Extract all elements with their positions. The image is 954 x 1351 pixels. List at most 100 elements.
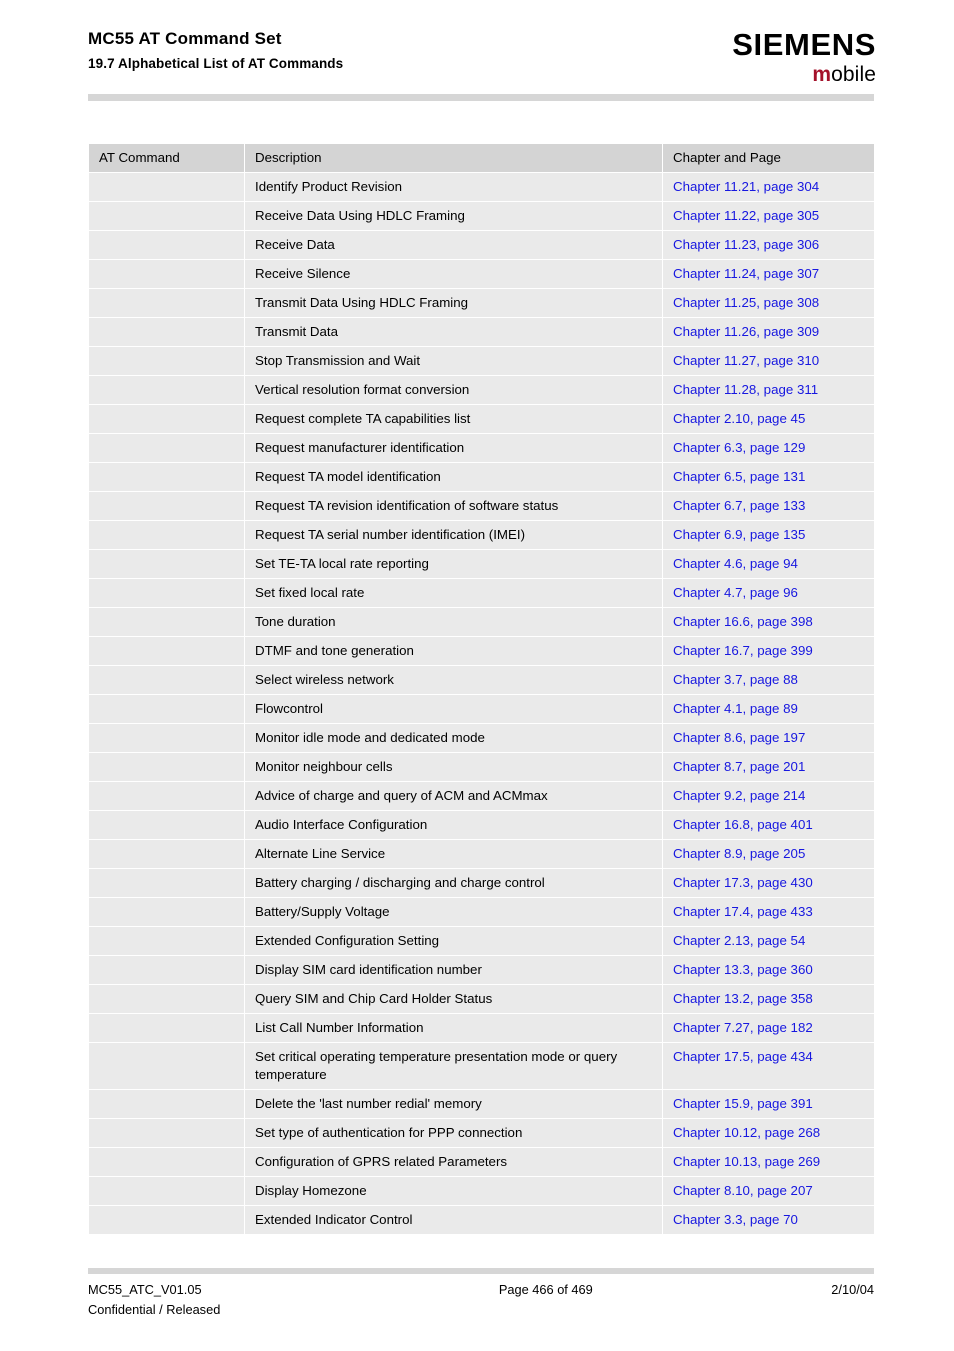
- chapter-page-link[interactable]: Chapter 11.21, page 304: [673, 179, 819, 194]
- cell-chapter-and-page: Chapter 3.3, page 70: [662, 1205, 875, 1235]
- table-row: Transmit Data Chapter 11.26, page 309: [88, 317, 875, 347]
- cell-description: Set TE-TA local rate reporting: [244, 549, 663, 579]
- cell-at-command: [88, 723, 245, 753]
- cell-at-command: [88, 984, 245, 1014]
- cell-at-command: [88, 868, 245, 898]
- chapter-page-link[interactable]: Chapter 13.2, page 358: [673, 991, 813, 1006]
- at-command-table: AT Command Description Chapter and Page …: [88, 143, 875, 1235]
- cell-at-command: [88, 1147, 245, 1177]
- cell-chapter-and-page: Chapter 17.3, page 430: [662, 868, 875, 898]
- chapter-page-link[interactable]: Chapter 13.3, page 360: [673, 962, 813, 977]
- table-row: Monitor neighbour cells Chapter 8.7, page…: [88, 752, 875, 782]
- chapter-page-link[interactable]: Chapter 2.10, page 45: [673, 411, 805, 426]
- chapter-page-link[interactable]: Chapter 7.27, page 182: [673, 1020, 813, 1035]
- table-row: Request TA serial number identification …: [88, 520, 875, 550]
- chapter-page-link[interactable]: Chapter 11.25, page 308: [673, 295, 819, 310]
- cell-description: Request complete TA capabilities list: [244, 404, 663, 434]
- chapter-page-link[interactable]: Chapter 10.12, page 268: [673, 1125, 820, 1140]
- cell-at-command: [88, 1013, 245, 1043]
- table-row: Audio Interface Configuration Chapter 16.…: [88, 810, 875, 840]
- cell-description: Delete the 'last number redial' memory: [244, 1089, 663, 1119]
- chapter-page-link[interactable]: Chapter 17.4, page 433: [673, 904, 813, 919]
- brand-name: SIEMENS: [732, 27, 876, 62]
- table-row: Query SIM and Chip Card Holder Status Cha…: [88, 984, 875, 1014]
- chapter-page-link[interactable]: Chapter 11.22, page 305: [673, 208, 819, 223]
- chapter-page-link[interactable]: Chapter 8.9, page 205: [673, 846, 805, 861]
- table-row: Advice of charge and query of ACM and AC…: [88, 781, 875, 811]
- cell-chapter-and-page: Chapter 4.7, page 96: [662, 578, 875, 608]
- cell-at-command: [88, 375, 245, 405]
- footer-left-block: MC55_ATC_V01.05 Confidential / Released: [88, 1281, 220, 1319]
- chapter-page-link[interactable]: Chapter 11.26, page 309: [673, 324, 819, 339]
- chapter-page-link[interactable]: Chapter 10.13, page 269: [673, 1154, 820, 1169]
- chapter-page-link[interactable]: Chapter 6.7, page 133: [673, 498, 805, 513]
- chapter-page-link[interactable]: Chapter 4.1, page 89: [673, 701, 798, 716]
- cell-at-command: [88, 346, 245, 376]
- chapter-page-link[interactable]: Chapter 16.7, page 399: [673, 643, 813, 658]
- table-row: Request manufacturer identification Chapt…: [88, 433, 875, 463]
- cell-chapter-and-page: Chapter 7.27, page 182: [662, 1013, 875, 1043]
- cell-chapter-and-page: Chapter 2.13, page 54: [662, 926, 875, 956]
- footer-divider: [88, 1268, 874, 1274]
- section-title: 19.7 Alphabetical List of AT Commands: [88, 56, 344, 71]
- chapter-page-link[interactable]: Chapter 6.9, page 135: [673, 527, 805, 542]
- table-body: Identify Product Revision Chapter 11.21, …: [88, 172, 875, 1235]
- chapter-page-link[interactable]: Chapter 16.8, page 401: [673, 817, 813, 832]
- chapter-page-link[interactable]: Chapter 4.7, page 96: [673, 585, 798, 600]
- chapter-page-link[interactable]: Chapter 3.7, page 88: [673, 672, 798, 687]
- table-row: Monitor idle mode and dedicated mode Chap…: [88, 723, 875, 753]
- table-row: Set critical operating temperature prese…: [88, 1042, 875, 1090]
- cell-description: Select wireless network: [244, 665, 663, 695]
- table-row: Extended Configuration Setting Chapter 2.…: [88, 926, 875, 956]
- cell-at-command: [88, 317, 245, 347]
- cell-chapter-and-page: Chapter 11.24, page 307: [662, 259, 875, 289]
- table-row: Delete the 'last number redial' memory Ch…: [88, 1089, 875, 1119]
- cell-description: Display SIM card identification number: [244, 955, 663, 985]
- chapter-page-link[interactable]: Chapter 8.7, page 201: [673, 759, 805, 774]
- chapter-page-link[interactable]: Chapter 6.5, page 131: [673, 469, 805, 484]
- chapter-page-link[interactable]: Chapter 11.23, page 306: [673, 237, 819, 252]
- cell-chapter-and-page: Chapter 16.6, page 398: [662, 607, 875, 637]
- cell-chapter-and-page: Chapter 6.3, page 129: [662, 433, 875, 463]
- chapter-page-link[interactable]: Chapter 17.5, page 434: [673, 1049, 813, 1064]
- table-row: Battery/Supply Voltage Chapter 17.4, page…: [88, 897, 875, 927]
- cell-at-command: [88, 433, 245, 463]
- cell-description: List Call Number Information: [244, 1013, 663, 1043]
- chapter-page-link[interactable]: Chapter 2.13, page 54: [673, 933, 805, 948]
- cell-chapter-and-page: Chapter 15.9, page 391: [662, 1089, 875, 1119]
- chapter-page-link[interactable]: Chapter 11.28, page 311: [673, 382, 818, 397]
- footer-page-number: Page 466 of 469: [498, 1282, 593, 1297]
- chapter-page-link[interactable]: Chapter 8.6, page 197: [673, 730, 805, 745]
- cell-at-command: [88, 810, 245, 840]
- cell-description: Receive Data: [244, 230, 663, 260]
- header-divider: [88, 94, 874, 101]
- chapter-page-link[interactable]: Chapter 11.27, page 310: [673, 353, 819, 368]
- footer-classification: Confidential / Released: [88, 1302, 221, 1317]
- chapter-page-link[interactable]: Chapter 11.24, page 307: [673, 266, 819, 281]
- chapter-page-link[interactable]: Chapter 6.3, page 129: [673, 440, 805, 455]
- footer-content: MC55_ATC_V01.05 Confidential / Released …: [88, 1281, 874, 1319]
- brand-tagline: mobile: [732, 63, 876, 87]
- cell-at-command: [88, 1042, 245, 1090]
- cell-chapter-and-page: Chapter 8.10, page 207: [662, 1176, 875, 1206]
- cell-at-command: [88, 1205, 245, 1235]
- chapter-page-link[interactable]: Chapter 3.3, page 70: [673, 1212, 798, 1227]
- cell-chapter-and-page: Chapter 2.10, page 45: [662, 404, 875, 434]
- chapter-page-link[interactable]: Chapter 17.3, page 430: [673, 875, 813, 890]
- cell-chapter-and-page: Chapter 8.6, page 197: [662, 723, 875, 753]
- cell-description: Query SIM and Chip Card Holder Status: [244, 984, 663, 1014]
- chapter-page-link[interactable]: Chapter 4.6, page 94: [673, 556, 798, 571]
- chapter-page-link[interactable]: Chapter 9.2, page 214: [673, 788, 805, 803]
- cell-at-command: [88, 404, 245, 434]
- cell-at-command: [88, 607, 245, 637]
- cell-description: Battery charging / discharging and charg…: [244, 868, 663, 898]
- at-command-table-container: AT Command Description Chapter and Page …: [88, 143, 875, 1235]
- table-row: Request complete TA capabilities list Cha…: [88, 404, 875, 434]
- cell-chapter-and-page: Chapter 11.25, page 308: [662, 288, 875, 318]
- chapter-page-link[interactable]: Chapter 8.10, page 207: [673, 1183, 813, 1198]
- cell-at-command: [88, 781, 245, 811]
- cell-description: Extended Indicator Control: [244, 1205, 663, 1235]
- cell-description: Audio Interface Configuration: [244, 810, 663, 840]
- chapter-page-link[interactable]: Chapter 16.6, page 398: [673, 614, 813, 629]
- chapter-page-link[interactable]: Chapter 15.9, page 391: [673, 1096, 813, 1111]
